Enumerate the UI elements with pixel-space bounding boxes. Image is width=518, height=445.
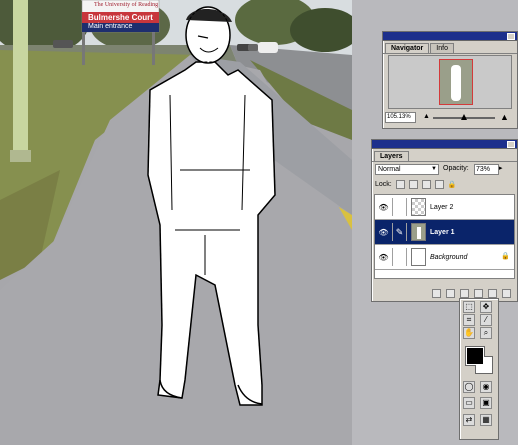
- eye-icon[interactable]: 👁: [375, 228, 392, 237]
- photo-scene: [0, 0, 352, 445]
- lock-row: Lock: 🔒: [375, 180, 515, 191]
- document-canvas[interactable]: The University of Reading Bulmershe Cour…: [0, 0, 352, 445]
- eye-icon[interactable]: 👁: [375, 253, 392, 262]
- blend-mode-value: Normal: [378, 166, 401, 173]
- link-slot[interactable]: [392, 248, 407, 266]
- brush-icon[interactable]: ✎: [392, 223, 407, 241]
- move-icon[interactable]: ✥: [480, 301, 492, 313]
- sign-subtitle: Main entrance: [88, 23, 133, 30]
- view-proxy-box[interactable]: [439, 59, 473, 105]
- new-layer-icon[interactable]: [488, 289, 497, 298]
- trash-icon[interactable]: [502, 289, 511, 298]
- sign-title: Bulmershe Court: [88, 13, 153, 22]
- blend-mode-select[interactable]: Normal ▼: [375, 164, 439, 175]
- quickmask-mode-icon[interactable]: ◉: [480, 381, 492, 393]
- close-icon[interactable]: [507, 141, 515, 148]
- standard-mode-icon[interactable]: ◯: [463, 381, 475, 393]
- hand-icon[interactable]: ✋: [463, 327, 475, 339]
- layer-row-background[interactable]: 👁 Background 🔒: [375, 245, 514, 270]
- opacity-label: Opacity:: [443, 165, 469, 172]
- eyedropper-icon[interactable]: ⁄: [480, 314, 492, 326]
- close-icon[interactable]: [507, 33, 515, 40]
- lock-label: Lock:: [375, 181, 392, 189]
- layers-palette: Layers Normal ▼ Opacity: 73% ▸ Lock: 🔒 👁…: [371, 139, 518, 302]
- lock-pixels-checkbox[interactable]: [408, 180, 418, 189]
- fullscreen-menu-icon[interactable]: ▣: [480, 397, 492, 409]
- blend-options-row: Normal ▼ Opacity: 73% ▸: [375, 164, 515, 175]
- marquee-icon[interactable]: ⬚: [463, 301, 475, 313]
- layer-thumbnail: [411, 223, 426, 241]
- tab-info[interactable]: Info: [430, 43, 454, 53]
- layers-list: 👁 Layer 2 👁 ✎ Layer 1 👁 Background 🔒: [374, 194, 515, 279]
- lock-icon: 🔒: [501, 253, 510, 260]
- jump-icon[interactable]: ▦: [480, 414, 492, 426]
- layer-row-layer-2[interactable]: 👁 Layer 2: [375, 195, 514, 220]
- toolbox: ⬚ ✥ ⌗ ⁄ ✋ ⌕ ◯ ◉ ▭ ▣ ⇄ ▦: [459, 298, 499, 440]
- layer-name: Layer 1: [430, 228, 455, 236]
- lock-transparency-checkbox[interactable]: [395, 180, 405, 189]
- mask-icon[interactable]: [446, 289, 455, 298]
- navigator-preview[interactable]: [388, 55, 512, 109]
- layer-name: Background: [430, 253, 468, 261]
- lock-icon: 🔒: [447, 181, 457, 189]
- layer-thumbnail: [411, 248, 426, 266]
- adjustment-icon[interactable]: [474, 289, 483, 298]
- zoom-in-icon[interactable]: ▲: [500, 112, 509, 122]
- chevron-down-icon: ▼: [431, 166, 437, 172]
- layer-row-layer-1[interactable]: 👁 ✎ Layer 1: [375, 220, 514, 245]
- layer-thumbnail: [411, 198, 426, 216]
- person-thumb-shape: [417, 227, 421, 239]
- tab-layers[interactable]: Layers: [374, 151, 409, 161]
- zoom-out-icon[interactable]: ▲: [423, 113, 430, 120]
- navigator-palette: Navigator Info 105.13% ▲ ▲: [382, 31, 518, 129]
- new-set-icon[interactable]: [460, 289, 469, 298]
- tab-navigator[interactable]: Navigator: [385, 43, 430, 53]
- sign-university: The University of Reading: [94, 2, 159, 8]
- zoom-icon[interactable]: ⌕: [480, 327, 492, 339]
- lock-position-checkbox[interactable]: [421, 180, 431, 189]
- navigator-titlebar[interactable]: [383, 32, 517, 41]
- layers-titlebar[interactable]: [372, 140, 517, 149]
- layer-style-icon[interactable]: [432, 289, 441, 298]
- zoom-slider-thumb[interactable]: [461, 114, 467, 120]
- jump-to-imageready-icon[interactable]: ⇄: [463, 414, 475, 426]
- lock-all-checkbox[interactable]: [434, 180, 444, 189]
- foreground-color-swatch-front: [466, 347, 484, 365]
- zoom-field[interactable]: 105.13%: [385, 112, 416, 123]
- crop-icon[interactable]: ⌗: [463, 314, 475, 326]
- layers-tabs: Layers: [372, 149, 517, 162]
- screen-mode-icon[interactable]: ▭: [463, 397, 475, 409]
- navigator-tabs: Navigator Info: [383, 41, 517, 54]
- link-slot[interactable]: [392, 198, 407, 216]
- layer-name: Layer 2: [430, 203, 454, 211]
- opacity-arrow-icon[interactable]: ▸: [499, 164, 503, 172]
- eye-icon[interactable]: 👁: [375, 203, 392, 212]
- opacity-field[interactable]: 73%: [474, 164, 499, 175]
